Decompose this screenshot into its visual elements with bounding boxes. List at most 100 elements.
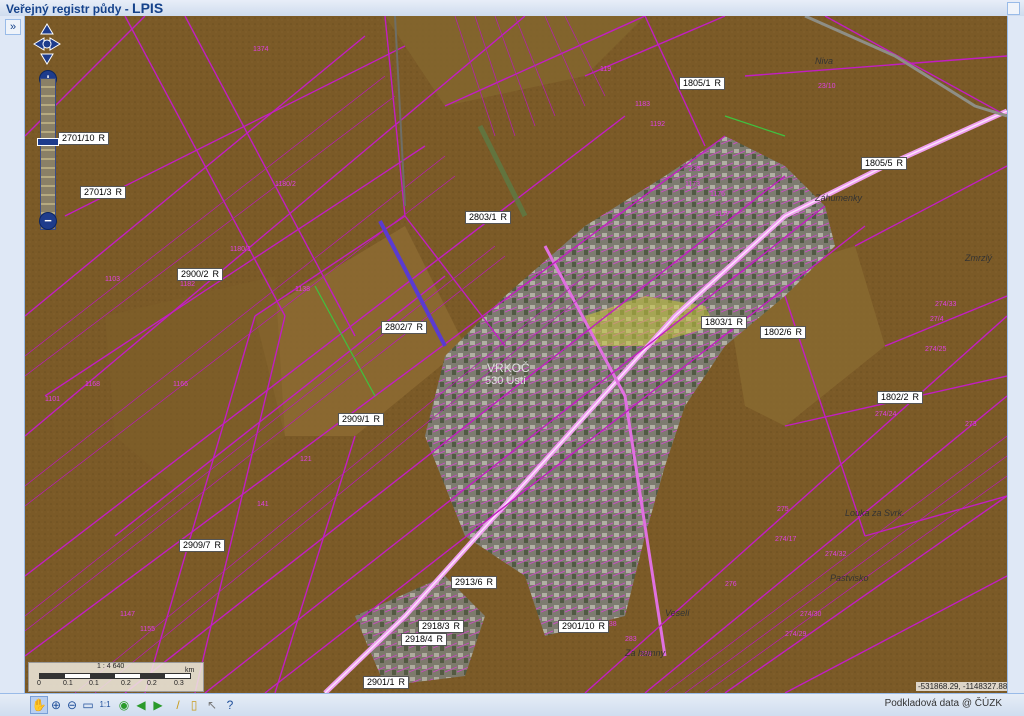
- right-panel-collapsed: [1007, 16, 1024, 693]
- parcel-number: 1103: [105, 276, 120, 283]
- pan-up-icon: [40, 23, 54, 35]
- parcel-label-suffix: R: [453, 621, 461, 631]
- measure-icon[interactable]: /: [170, 697, 186, 713]
- zoom-in-icon[interactable]: ⊕: [48, 697, 64, 713]
- parcel-number: 274/29: [785, 631, 807, 638]
- parcel-number: 1183: [635, 101, 650, 108]
- zoom-slider-handle[interactable]: [37, 138, 59, 146]
- parcel-number: 1155: [140, 626, 155, 633]
- place-name: Záhumenky: [814, 193, 863, 203]
- parcel-number: 274/30: [800, 611, 822, 618]
- parcel-label-suffix: R: [912, 392, 920, 402]
- title-bar: Veřejný registr půdy - LPIS: [0, 0, 1024, 17]
- parcel-label-suffix: R: [500, 212, 508, 222]
- parcel-label: 2901/1 R: [363, 676, 410, 689]
- data-credit: Podkladová data @ ČÚZK: [884, 698, 1002, 709]
- parcel-label-suffix: R: [598, 621, 606, 631]
- parcel-number: 1176: [710, 191, 725, 198]
- parcel-label-number: 2913/6: [455, 577, 483, 587]
- parcel-label-number: 2909/1: [342, 414, 370, 424]
- parcel-label: 1803/1 R: [701, 316, 748, 329]
- town-code: 530 Ústí: [485, 374, 526, 387]
- pan-down-icon: [40, 53, 54, 65]
- expand-panel-button[interactable]: »: [5, 19, 21, 35]
- select-icon[interactable]: ↖: [204, 697, 220, 713]
- parcel-label: 2901/10 R: [558, 620, 610, 633]
- parcel-label-suffix: R: [736, 317, 744, 327]
- parcel-number: 1173: [685, 181, 700, 188]
- parcel-number: 1182: [180, 281, 195, 288]
- parcel-label-number: 2918/4: [405, 634, 433, 644]
- parcel-number: 23/10: [818, 83, 836, 90]
- navigation-control: + −: [33, 22, 61, 232]
- place-name: Zmrzlý: [964, 253, 992, 263]
- zoom-out-icon[interactable]: ⊖: [64, 697, 80, 713]
- town-label: VRKOČ: [487, 360, 530, 375]
- zoom-out-button[interactable]: −: [39, 212, 57, 230]
- map-canvas[interactable]: 1374 119 1180/2 1180/1 1182 1183 1192 1166 1168 1…: [25, 16, 1007, 693]
- scale-bar: 1 : 4 640 km 0 0.1 0.1 0.2 0.2 0.3: [28, 662, 204, 692]
- parcel-number: 121: [300, 456, 312, 463]
- parcel-label-number: 1802/6: [764, 327, 792, 337]
- parcel-number: 275: [777, 506, 789, 513]
- bottom-toolbar: ✋ ⊕ ⊖ ▭ 1:1 ◉ ◀ ▶ / ▯ ↖ ? Podkladová dat…: [0, 693, 1024, 716]
- parcel-label: 2918/4 R: [401, 633, 448, 646]
- parcel-label-number: 2701/3: [84, 187, 112, 197]
- pan-center-icon: [42, 39, 52, 49]
- parcel-number: 1180/1: [230, 246, 251, 253]
- refresh-icon[interactable]: ◉: [116, 697, 132, 713]
- parcel-label-number: 2803/1: [469, 212, 497, 222]
- parcel-label-suffix: R: [398, 677, 406, 687]
- parcel-label-number: 2901/1: [367, 677, 395, 687]
- parcel-label-number: 2701/10: [62, 133, 95, 143]
- parcel-label-number: 1803/1: [705, 317, 733, 327]
- parcel-label: 2900/2 R: [177, 268, 224, 281]
- parcel-number: 1101: [45, 396, 60, 403]
- parcel-label-suffix: R: [714, 78, 722, 88]
- zoom-box-icon[interactable]: ▭: [80, 697, 96, 713]
- parcel-label: 2918/3 R: [418, 620, 465, 633]
- parcel-number: 1147: [120, 611, 135, 618]
- parcel-number: 274/17: [775, 536, 797, 543]
- pan-control[interactable]: [33, 22, 61, 66]
- parcel-number: 274/24: [875, 411, 897, 418]
- parcel-number: 1180/2: [275, 181, 296, 188]
- zoom-1to1-icon[interactable]: 1:1: [97, 697, 113, 713]
- scale-graphic: [39, 673, 191, 679]
- scale-ratio: 1 : 4 640: [97, 663, 125, 670]
- identify-icon[interactable]: ▯: [186, 697, 202, 713]
- parcel-number: 1374: [253, 46, 269, 53]
- scale-tick: 0.1: [89, 680, 99, 687]
- parcel-number: 276: [725, 581, 737, 588]
- back-icon[interactable]: ◀: [133, 697, 149, 713]
- scale-tick: 0.1: [63, 680, 73, 687]
- forward-icon[interactable]: ▶: [150, 697, 166, 713]
- parcel-label: 2701/3 R: [80, 186, 127, 199]
- scale-tick: 0.3: [174, 680, 184, 687]
- parcel-label-suffix: R: [896, 158, 904, 168]
- parcel-number: 119: [600, 66, 611, 73]
- app-title: Veřejný registr půdy - LPIS: [6, 0, 164, 16]
- parcel-label-number: 2900/2: [181, 269, 209, 279]
- parcel-label-number: 2802/7: [385, 322, 413, 332]
- parcel-label-suffix: R: [486, 577, 494, 587]
- place-name: Pastvisko: [830, 573, 869, 583]
- help-icon[interactable]: ?: [222, 697, 238, 713]
- parcel-label-suffix: R: [373, 414, 381, 424]
- parcel-label: 1805/1 R: [679, 77, 726, 90]
- zoom-slider-rail[interactable]: [40, 78, 56, 230]
- parcel-label: 1802/2 R: [877, 391, 924, 404]
- parcel-label: 2802/7 R: [381, 321, 428, 334]
- map-viewport[interactable]: 1374 119 1180/2 1180/1 1182 1183 1192 1166 1168 1…: [25, 16, 1007, 693]
- window-tool-button[interactable]: [1007, 2, 1020, 15]
- cursor-coordinates: -531868.29, -1148327.88: [916, 682, 1010, 691]
- parcel-label: 2701/10 R: [58, 132, 110, 145]
- parcel-number: 1168: [85, 381, 100, 388]
- place-name: Za humny: [624, 648, 666, 658]
- parcel-label-suffix: R: [795, 327, 803, 337]
- parcel-number: 274/33: [935, 301, 957, 308]
- parcel-number: 274/32: [825, 551, 847, 558]
- parcel-label: 2803/1 R: [465, 211, 512, 224]
- pan-hand-icon[interactable]: ✋: [30, 696, 48, 714]
- parcel-number: 283: [625, 636, 637, 643]
